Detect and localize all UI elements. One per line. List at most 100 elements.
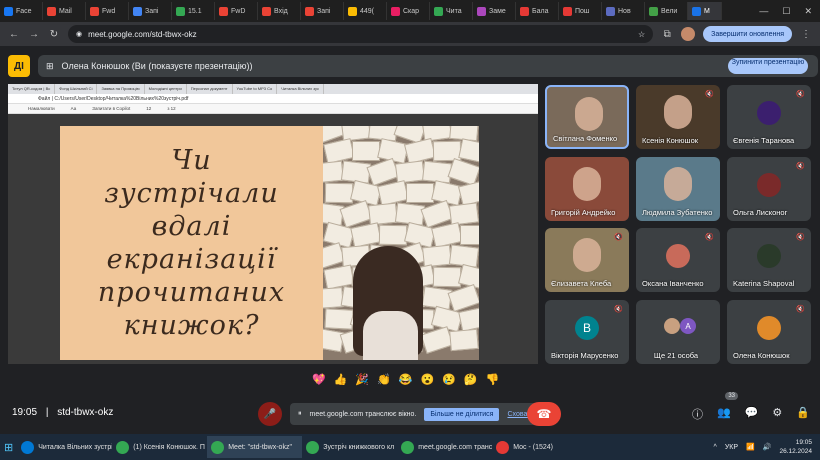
site-info-icon[interactable]: ◉ [76, 30, 82, 38]
meeting-divider: | [45, 407, 49, 418]
book-shape [449, 328, 479, 352]
browser-tab[interactable]: Запі [301, 2, 344, 20]
menu-icon[interactable]: ⋮ [800, 29, 812, 40]
system-tray: ^ УКР 📶 🔊 19:05 26.12.2024 [714, 438, 820, 456]
participant-name: Ще 21 особа [653, 351, 699, 360]
participant-tile[interactable]: 🔇 Katerina Shapoval [727, 228, 811, 292]
browser-tab[interactable]: Пош [559, 2, 602, 20]
host-controls-icon[interactable]: 🔒 [796, 406, 810, 422]
participant-tile[interactable]: 🔇 Ольга Лисконог [727, 157, 811, 221]
reaction-emoji[interactable]: 🤔 [464, 373, 478, 386]
wifi-icon[interactable]: 📶 [746, 443, 755, 451]
browser-tab[interactable]: Скар [387, 2, 430, 20]
participant-tile[interactable]: В 🔇 Вікторія Марусенко [545, 300, 629, 364]
participant-tile[interactable]: 🔇 Оксана Іванченко [636, 228, 720, 292]
close-icon[interactable]: ✕ [804, 6, 812, 17]
mic-off-icon: 🔇 [796, 91, 805, 98]
chat-icon[interactable]: 💬 [745, 406, 759, 422]
volume-icon[interactable]: 🔊 [763, 443, 772, 451]
address-bar[interactable]: ◉ meet.google.com/std-tbwx-okz ☆ [68, 25, 654, 43]
participant-name: Ксенія Конюшок [642, 136, 699, 145]
browser-toolbar: ← → ↻ ◉ meet.google.com/std-tbwx-okz ☆ ⧉… [0, 22, 820, 46]
presenting-banner: ⊞ Олена Конюшок (Ви (показуєте презентац… [38, 55, 818, 77]
stop-presenting-button[interactable]: Зупинити презентацію [728, 58, 808, 74]
back-icon[interactable]: ← [8, 29, 20, 40]
browser-tab[interactable]: Fwd [86, 2, 129, 20]
tab-favicon-icon [219, 6, 228, 16]
tab-favicon-icon [348, 6, 357, 16]
tab-favicon-icon [649, 6, 658, 16]
participant-video [664, 167, 692, 201]
windows-taskbar: ⊞ Читалка Вільних зустрі (1) Ксенія Конюш… [0, 434, 820, 460]
browser-tab[interactable]: Face [0, 2, 43, 20]
reaction-emoji[interactable]: 🎉 [355, 373, 369, 386]
participant-tile[interactable]: A Ще 21 особа [636, 300, 720, 364]
profile-avatar[interactable] [681, 27, 696, 41]
participant-tile[interactable]: Людмила Зубатенко [636, 157, 720, 221]
maximize-icon[interactable]: ☐ [782, 6, 790, 17]
system-clock[interactable]: 19:05 26.12.2024 [779, 438, 812, 456]
participant-tile[interactable]: 🔇 Ксенія Конюшок [636, 85, 720, 149]
browser-tab[interactable]: Заме [473, 2, 516, 20]
taskbar-app[interactable]: Читалка Вільних зустрі [17, 436, 112, 458]
browser-tab[interactable]: Запі [129, 2, 172, 20]
start-button[interactable]: ⊞ [0, 436, 17, 458]
reaction-emoji[interactable]: 👍 [334, 373, 348, 386]
browser-tab[interactable]: Чита [430, 2, 473, 20]
leave-call-button[interactable]: ☎ [527, 402, 561, 426]
participant-tile[interactable]: 🔇 Олена Конюшок [727, 300, 811, 364]
stop-sharing-button[interactable]: Більше не ділитися [424, 407, 500, 421]
taskbar-app[interactable]: meet.google.com трансл [397, 436, 492, 458]
browser-tab[interactable]: Бала [516, 2, 559, 20]
update-button[interactable]: Завершити оновлення [703, 26, 792, 42]
app-icon [21, 440, 35, 454]
reload-icon[interactable]: ↻ [48, 29, 60, 40]
tray-arrow-icon[interactable]: ^ [714, 444, 717, 451]
minimize-icon[interactable]: — [759, 6, 768, 17]
bookmark-star-icon[interactable]: ☆ [638, 30, 645, 39]
pdf-toolbar-item: Запитати в Copilot [92, 106, 131, 111]
participant-tile[interactable]: 🔇 Євгенія Таранова [727, 85, 811, 149]
taskbar-app[interactable]: (1) Ксенія Конюшок. П [112, 436, 207, 458]
browser-tab[interactable]: 15.1 [172, 2, 215, 20]
reaction-emoji[interactable]: 👎 [486, 373, 500, 386]
participant-tile[interactable]: 🔇 Єлизавета Клеба [545, 228, 629, 292]
reaction-emoji[interactable]: 😢 [442, 373, 456, 386]
book-shape [378, 224, 408, 246]
activities-icon[interactable]: ⚙ [772, 406, 782, 422]
book-shape [406, 183, 434, 203]
forward-icon[interactable]: → [28, 29, 40, 40]
reaction-emoji[interactable]: 💖 [312, 373, 326, 386]
mic-off-button[interactable]: 🎤 [258, 402, 282, 426]
reaction-emoji[interactable]: 👏 [377, 373, 391, 386]
taskbar-app[interactable]: Мос - (1524) [492, 436, 587, 458]
taskbar-app[interactable]: Meet: "std-tbwx-okz" [207, 436, 303, 458]
mic-off-icon: 🔇 [705, 234, 714, 241]
language-indicator[interactable]: УКР [725, 444, 738, 451]
app-icon [211, 440, 225, 454]
taskbar-app[interactable]: Зустріч книжкового кл [302, 436, 397, 458]
avatar [757, 173, 781, 197]
extensions-icon[interactable]: ⧉ [661, 29, 673, 40]
tab-label: 15.1 [188, 7, 202, 15]
participant-tile[interactable]: Світлана Фоменко [545, 85, 629, 149]
book-shape [352, 141, 380, 161]
browser-tab[interactable]: Вели [645, 2, 688, 20]
window-controls: — ☐ ✕ [759, 6, 820, 17]
browser-tab[interactable]: 449( [344, 2, 387, 20]
tab-favicon-icon [262, 6, 271, 16]
people-icon[interactable]: 👥 [717, 406, 731, 422]
reaction-emoji[interactable]: 😂 [399, 373, 413, 386]
browser-tab[interactable]: Вхід [258, 2, 301, 20]
info-icon[interactable]: ⓘ [692, 406, 703, 422]
shared-screen: Титул QR-кодом | Вс Фонд Шкільний Сі Заявк… [8, 84, 538, 364]
participant-tile[interactable]: Григорій Андрейко [545, 157, 629, 221]
browser-tab[interactable]: М [688, 2, 722, 20]
browser-tab[interactable]: FwD [215, 2, 258, 20]
browser-tab[interactable]: Mail [43, 2, 86, 20]
slide-title-line: вдалі [151, 211, 232, 242]
tab-favicon-icon [47, 6, 56, 16]
reaction-emoji[interactable]: 😮 [421, 373, 435, 386]
shared-tab: Титул QR-кодом | Вс [8, 84, 56, 94]
browser-tab[interactable]: Нов [602, 2, 645, 20]
